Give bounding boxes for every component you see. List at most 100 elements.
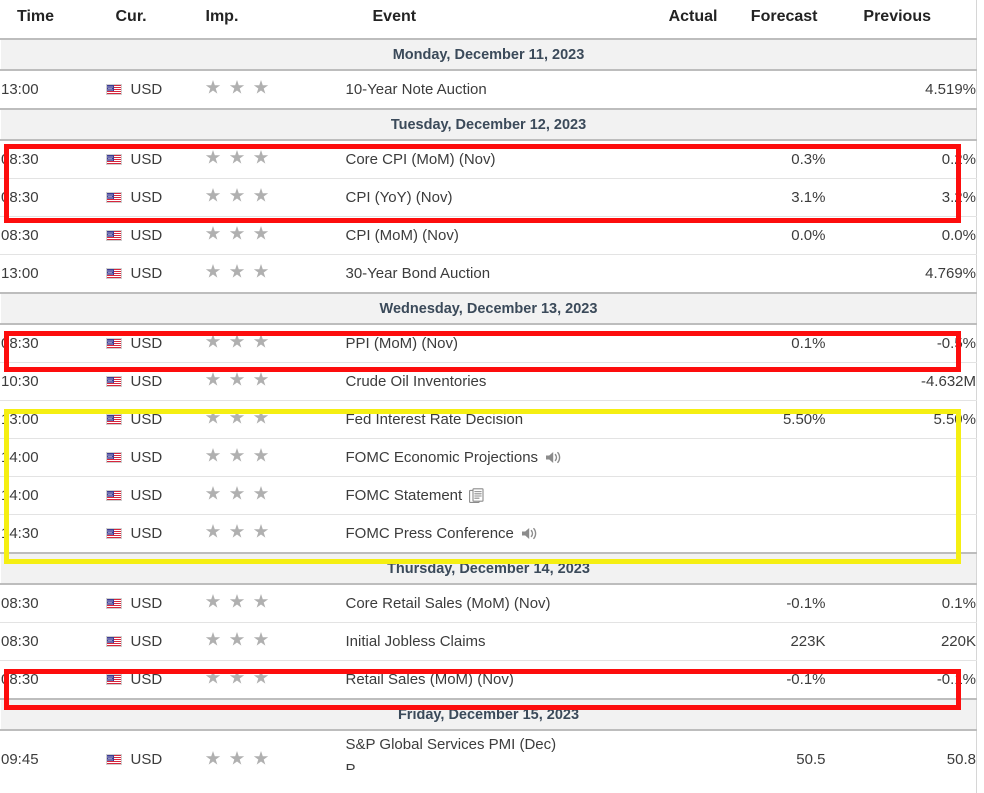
star-icon (229, 334, 245, 348)
event-name-cell[interactable]: Retail Sales (MoM) (Nov) (345, 660, 621, 700)
event-name[interactable]: CPI (MoM) (Nov) (346, 227, 459, 244)
event-name-cell[interactable]: 10-Year Note Auction (345, 70, 621, 110)
event-currency-cell: USD (105, 514, 206, 554)
event-name-cell[interactable]: Core Retail Sales (MoM) (Nov) (345, 584, 621, 623)
star-icon (253, 486, 269, 500)
speaker-icon[interactable] (545, 450, 562, 465)
table-row[interactable]: 14:30 USD FOMC Press Conference (0, 514, 977, 554)
event-name[interactable]: Crude Oil Inventories (346, 373, 487, 390)
importance-stars[interactable] (205, 372, 269, 387)
day-separator-row: Tuesday, December 12, 2023 (0, 108, 977, 141)
importance-stars[interactable] (205, 80, 269, 95)
column-header-actual[interactable]: Actual (620, 0, 726, 40)
event-name-cell[interactable]: CPI (MoM) (Nov) (345, 216, 621, 255)
event-previous: 4.519% (825, 70, 977, 110)
importance-stars[interactable] (205, 751, 269, 766)
importance-stars[interactable] (205, 334, 269, 349)
column-header-event[interactable]: Event (345, 0, 621, 40)
star-icon (205, 670, 221, 684)
day-separator-row: Friday, December 15, 2023 (0, 698, 977, 731)
importance-stars[interactable] (205, 594, 269, 609)
event-name[interactable]: Initial Jobless Claims (346, 633, 486, 650)
event-name[interactable]: FOMC Press Conference (346, 525, 514, 542)
table-row[interactable]: 10:30 USD Crude Oil Inventories -4.632M (0, 362, 977, 401)
table-row[interactable]: 08:30 USD CPI (YoY) (Nov) 3.1% 3.2% (0, 178, 977, 217)
importance-stars[interactable] (205, 264, 269, 279)
event-name-cell[interactable]: FOMC Statement (345, 476, 621, 515)
importance-stars[interactable] (205, 524, 269, 539)
event-name-cell[interactable]: CPI (YoY) (Nov) (345, 178, 621, 217)
event-name[interactable]: S&P Global Services PMI (Dec) (346, 736, 621, 753)
star-icon (253, 751, 269, 765)
table-row[interactable]: 13:00 USD Fed Interest Rate Decision 5.50% 5… (0, 400, 977, 439)
importance-stars[interactable] (205, 188, 269, 203)
event-importance-cell (205, 400, 346, 439)
event-name-cell[interactable]: Core CPI (MoM) (Nov) (345, 140, 621, 179)
column-header-previous[interactable]: Previous (825, 0, 977, 40)
day-label: Monday, December 11, 2023 (0, 38, 977, 71)
event-name[interactable]: 30-Year Bond Auction (346, 265, 491, 282)
event-name[interactable]: Core Retail Sales (MoM) (Nov) (346, 595, 551, 612)
event-time: 13:00 (0, 70, 106, 110)
event-name-cell[interactable]: FOMC Economic Projections (345, 438, 621, 477)
event-forecast: 0.0% (725, 216, 826, 255)
event-previous: 50.8 (825, 730, 977, 793)
event-previous: -0.1% (825, 660, 977, 700)
event-name-cell[interactable]: FOMC Press Conference (345, 514, 621, 554)
importance-stars[interactable] (205, 150, 269, 165)
table-row[interactable]: 13:00 USD 10-Year Note Auction 4.519% (0, 70, 977, 110)
table-row[interactable]: 08:30 USD Retail Sales (MoM) (Nov) -0.1% -0.… (0, 660, 977, 700)
column-header-importance[interactable]: Imp. (205, 0, 346, 40)
table-row[interactable]: 13:00 USD 30-Year Bond Auction 4.769% (0, 254, 977, 294)
importance-stars[interactable] (205, 632, 269, 647)
importance-stars[interactable] (205, 486, 269, 501)
table-row[interactable]: 14:00 USD FOMC Statement (0, 476, 977, 515)
event-time: 08:30 (0, 324, 106, 363)
event-name[interactable]: Retail Sales (MoM) (Nov) (346, 671, 514, 688)
event-name-cell[interactable]: PPI (MoM) (Nov) (345, 324, 621, 363)
event-name[interactable]: 10-Year Note Auction (346, 81, 487, 98)
star-icon (205, 448, 221, 462)
event-name[interactable]: FOMC Economic Projections (346, 449, 539, 466)
importance-stars[interactable] (205, 226, 269, 241)
event-actual (620, 140, 726, 179)
event-name[interactable]: Fed Interest Rate Decision (346, 411, 524, 428)
column-header-currency[interactable]: Cur. (105, 0, 206, 40)
table-row[interactable]: 08:30 USD Initial Jobless Claims 223K 220K (0, 622, 977, 661)
currency-code: USD (130, 595, 163, 612)
importance-stars[interactable] (205, 670, 269, 685)
event-name[interactable]: FOMC Statement (346, 487, 463, 504)
currency-code: USD (130, 751, 163, 768)
document-icon[interactable] (469, 487, 485, 504)
importance-stars[interactable] (205, 410, 269, 425)
event-forecast (725, 254, 826, 294)
event-name-clipped[interactable]: P (346, 761, 621, 770)
event-name[interactable]: CPI (YoY) (Nov) (346, 189, 453, 206)
table-row[interactable]: 08:30 USD Core Retail Sales (MoM) (Nov) -0.… (0, 584, 977, 623)
event-name-cell[interactable]: Initial Jobless Claims (345, 622, 621, 661)
event-previous: -4.632M (825, 362, 977, 401)
table-row[interactable]: 09:45 USD S&P Global Services PMI (Dec) P 50… (0, 730, 977, 793)
event-previous (825, 438, 977, 477)
table-row[interactable]: 14:00 USD FOMC Economic Projections (0, 438, 977, 477)
column-header-forecast[interactable]: Forecast (725, 0, 826, 40)
event-previous: 0.1% (825, 584, 977, 623)
event-previous: -0.5% (825, 324, 977, 363)
event-name-cell[interactable]: 30-Year Bond Auction (345, 254, 621, 294)
star-icon (229, 188, 245, 202)
column-header-time[interactable]: Time (0, 0, 106, 40)
event-name-cell[interactable]: Fed Interest Rate Decision (345, 400, 621, 439)
event-name-cell[interactable]: S&P Global Services PMI (Dec) P (345, 730, 621, 793)
table-row[interactable]: 08:30 USD PPI (MoM) (Nov) 0.1% -0.5% (0, 324, 977, 363)
speaker-icon[interactable] (521, 526, 538, 541)
event-actual (620, 476, 726, 515)
event-name[interactable]: PPI (MoM) (Nov) (346, 335, 459, 352)
currency-code: USD (130, 671, 163, 688)
event-currency-cell: USD (105, 362, 206, 401)
us-flag-icon (105, 230, 122, 241)
importance-stars[interactable] (205, 448, 269, 463)
table-row[interactable]: 08:30 USD CPI (MoM) (Nov) 0.0% 0.0% (0, 216, 977, 255)
table-row[interactable]: 08:30 USD Core CPI (MoM) (Nov) 0.3% 0.2% (0, 140, 977, 179)
event-name-cell[interactable]: Crude Oil Inventories (345, 362, 621, 401)
event-name[interactable]: Core CPI (MoM) (Nov) (346, 151, 496, 168)
